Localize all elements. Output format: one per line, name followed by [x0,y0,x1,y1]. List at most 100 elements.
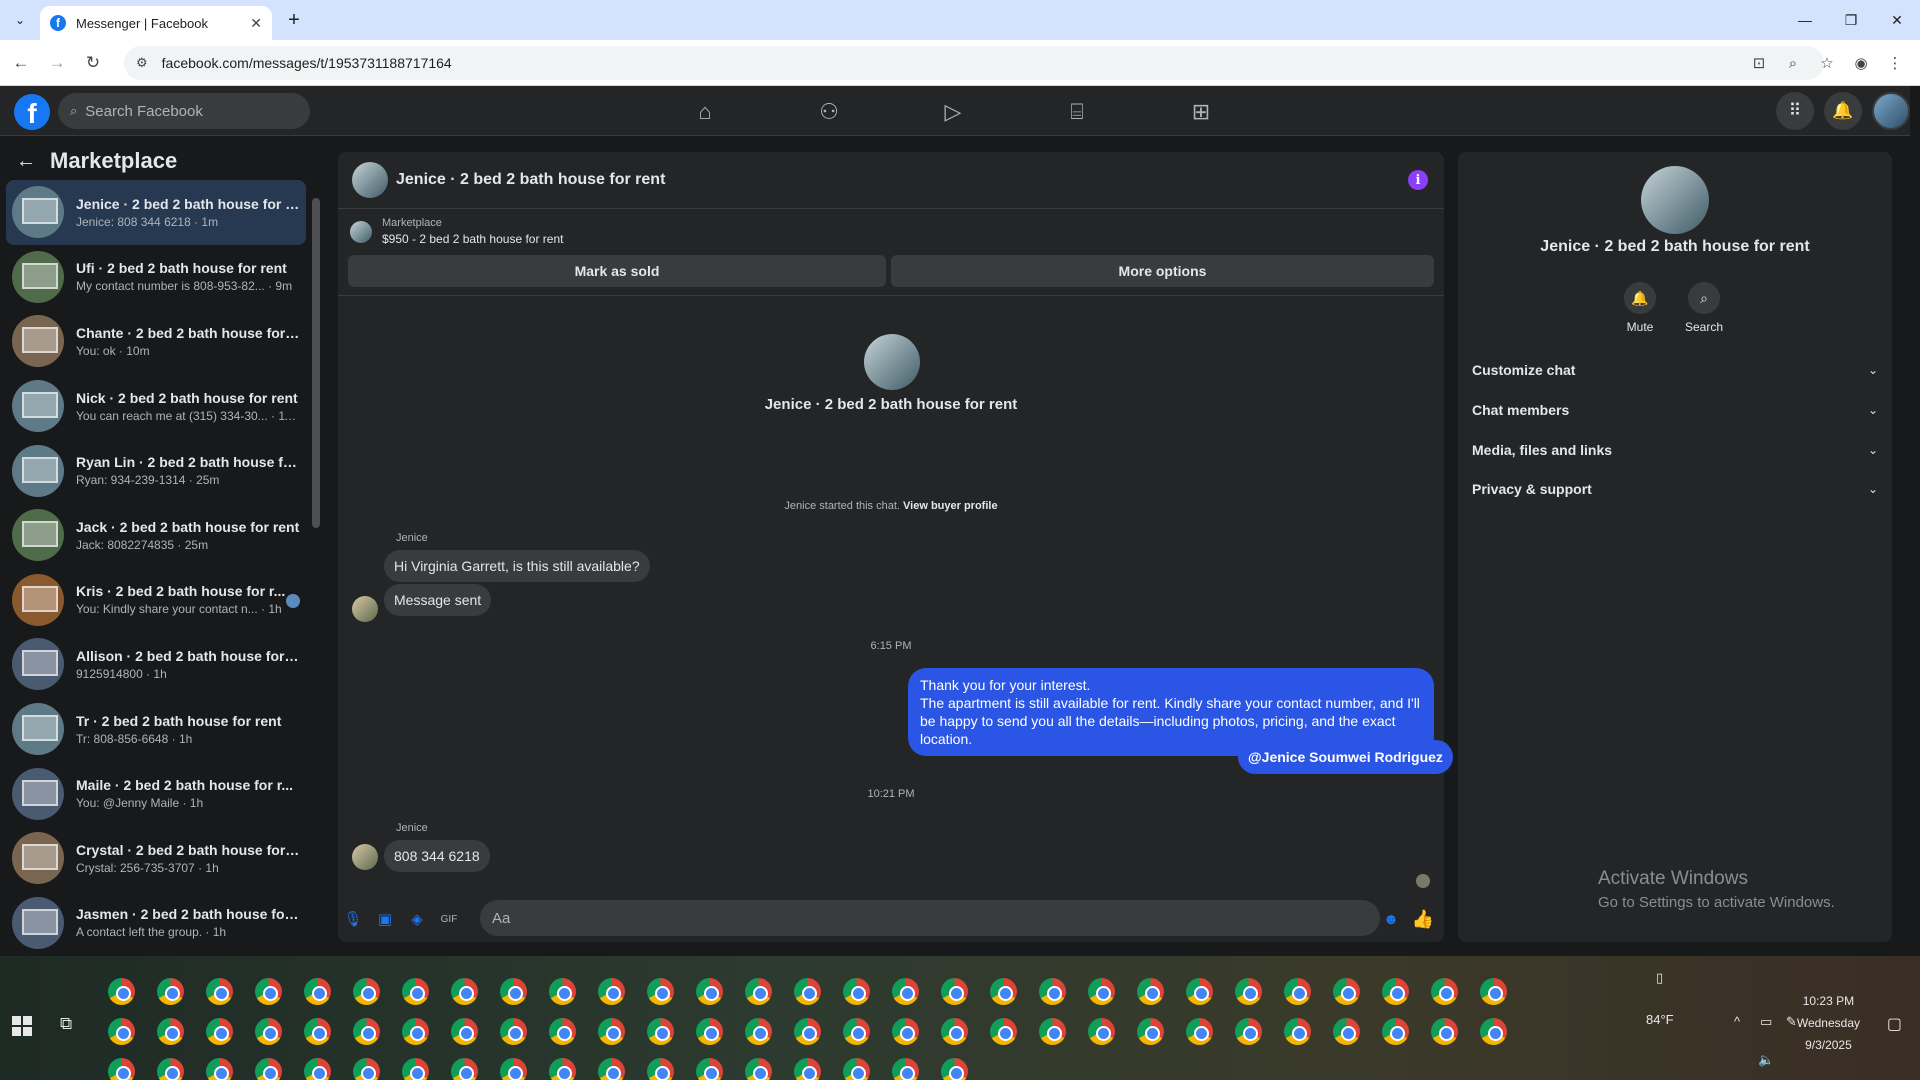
chrome-app-icon[interactable] [500,1018,527,1045]
chat-list-item[interactable]: Ryan Lin · 2 bed 2 bath house fo... Ryan:… [6,438,306,503]
chrome-app-icon[interactable] [255,1018,282,1045]
chrome-app-icon[interactable] [206,1058,233,1080]
gaming-icon[interactable]: ⊞ [1146,90,1256,134]
chrome-app-icon[interactable] [1431,978,1458,1005]
chrome-app-icon[interactable] [549,1058,576,1080]
notification-center-icon[interactable]: ▢ [1887,1014,1902,1034]
chrome-app-icon[interactable] [794,978,821,1005]
chrome-app-icon[interactable] [1088,978,1115,1005]
privacy-support-section[interactable]: Privacy & support ⌄ [1472,471,1878,507]
chrome-app-icon[interactable] [108,1018,135,1045]
chat-members-section[interactable]: Chat members ⌄ [1472,392,1878,428]
tray-device-icon[interactable]: ▯ [1656,970,1663,986]
chrome-app-icon[interactable] [1480,978,1507,1005]
chrome-app-icon[interactable] [549,978,576,1005]
chrome-app-icon[interactable] [108,1058,135,1080]
back-arrow-icon[interactable]: ← [16,150,36,173]
windows-start-icon[interactable] [12,1016,32,1036]
message-input[interactable] [480,900,1380,936]
chrome-app-icon[interactable] [451,978,478,1005]
chrome-app-icon[interactable] [647,1018,674,1045]
chrome-app-icon[interactable] [1333,1018,1360,1045]
sender-avatar[interactable] [352,844,378,870]
chrome-app-icon[interactable] [1039,978,1066,1005]
chrome-app-icon[interactable] [1235,978,1262,1005]
weather-widget[interactable]: 84°F [1646,1012,1674,1027]
sticker-icon[interactable]: ◈ [406,908,428,930]
home-icon[interactable]: ⌂ [650,90,760,134]
chrome-app-icon[interactable] [1186,1018,1213,1045]
media-files-links-section[interactable]: Media, files and links ⌄ [1472,432,1878,468]
chrome-app-icon[interactable] [1382,1018,1409,1045]
chrome-app-icon[interactable] [451,1018,478,1045]
more-options-button[interactable]: More options [891,255,1434,287]
mute-button[interactable]: 🔔 Mute [1610,282,1670,334]
message-bubble[interactable]: 808 344 6218 [384,840,490,872]
mark-as-sold-button[interactable]: Mark as sold [348,255,886,287]
photo-icon[interactable]: ▣ [374,908,396,930]
chrome-app-icon[interactable] [745,978,772,1005]
restore-icon[interactable]: ❐ [1828,0,1874,40]
thumbs-up-icon[interactable]: 👍 [1412,908,1434,930]
address-bar[interactable]: ⚙ facebook.com/messages/t/19537311887171… [124,46,1824,80]
chrome-app-icon[interactable] [304,1018,331,1045]
emoji-icon[interactable]: ☻ [1380,908,1402,930]
chrome-app-icon[interactable] [843,1058,870,1080]
reload-icon[interactable]: ↻ [80,50,106,76]
tab-search-icon[interactable]: ⌄ [8,8,32,32]
chrome-app-icon[interactable] [451,1058,478,1080]
chrome-app-icon[interactable] [157,978,184,1005]
chrome-app-icon[interactable] [402,1018,429,1045]
chrome-app-icon[interactable] [696,1018,723,1045]
notifications-icon[interactable]: 🔔 [1824,92,1862,130]
chrome-app-icon[interactable] [304,978,331,1005]
task-view-icon[interactable]: ⧉ [60,1014,72,1034]
new-tab-icon[interactable]: + [282,8,306,32]
browser-menu-icon[interactable]: ⋮ [1882,50,1908,76]
zoom-icon[interactable]: ⌕ [1780,50,1806,76]
chrome-app-icon[interactable] [304,1058,331,1080]
chrome-app-icon[interactable] [941,1018,968,1045]
pen-icon[interactable]: ✎ [1786,1014,1797,1030]
chrome-app-icon[interactable] [745,1018,772,1045]
chrome-app-icon[interactable] [157,1058,184,1080]
chat-list-item[interactable]: Jack · 2 bed 2 bath house for rent Jack: … [6,503,306,568]
video-icon[interactable]: ▷ [898,90,1008,134]
chrome-app-icon[interactable] [696,978,723,1005]
chrome-app-icon[interactable] [1284,1018,1311,1045]
chat-list-item[interactable]: Chante · 2 bed 2 bath house for ... You: … [6,309,306,374]
chrome-app-icon[interactable] [1186,978,1213,1005]
chat-list-item[interactable]: Nick · 2 bed 2 bath house for rent You ca… [6,374,306,439]
search-conversation-button[interactable]: ⌕ Search [1674,282,1734,334]
site-info-icon[interactable]: ⚙ [136,55,148,71]
chrome-app-icon[interactable] [1431,1018,1458,1045]
chat-list-item[interactable]: Jenice · 2 bed 2 bath house for r... Jeni… [6,180,306,245]
chat-list-item[interactable]: Kris · 2 bed 2 bath house for r... You: K… [6,568,306,633]
chrome-app-icon[interactable] [108,978,135,1005]
close-tab-icon[interactable]: ✕ [250,15,262,32]
bookmark-star-icon[interactable]: ☆ [1814,50,1840,76]
chrome-app-icon[interactable] [843,978,870,1005]
chrome-app-icon[interactable] [1137,1018,1164,1045]
chrome-app-icon[interactable] [1088,1018,1115,1045]
forward-icon[interactable]: → [44,50,70,76]
chrome-app-icon[interactable] [500,1058,527,1080]
conversation-avatar[interactable] [352,162,388,198]
chrome-app-icon[interactable] [402,1058,429,1080]
chrome-app-icon[interactable] [598,978,625,1005]
message-bubble[interactable]: Message sent [384,584,492,616]
chrome-app-icon[interactable] [892,1018,919,1045]
chat-list-item[interactable]: Allison · 2 bed 2 bath house for ... 9125… [6,632,306,697]
customize-chat-section[interactable]: Customize chat ⌄ [1472,352,1878,388]
chrome-app-icon[interactable] [941,978,968,1005]
chrome-app-icon[interactable] [941,1058,968,1080]
chrome-app-icon[interactable] [500,978,527,1005]
microphone-icon[interactable]: 🎙 [342,908,364,930]
chrome-app-icon[interactable] [745,1058,772,1080]
chat-list-item[interactable]: Jasmen · 2 bed 2 bath house for... A cont… [6,891,306,956]
view-buyer-profile-link[interactable]: View buyer profile [903,500,998,512]
chrome-app-icon[interactable] [353,978,380,1005]
install-app-icon[interactable]: ⊡ [1746,50,1772,76]
chrome-app-icon[interactable] [1284,978,1311,1005]
info-icon[interactable]: i [1408,170,1428,190]
